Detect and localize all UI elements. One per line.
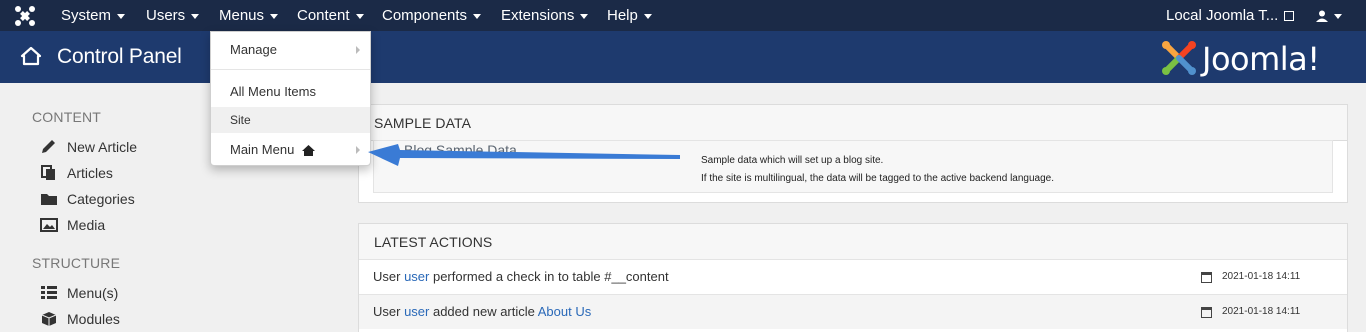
annotation-arrow [368,144,680,166]
arrow-shape [368,144,680,166]
